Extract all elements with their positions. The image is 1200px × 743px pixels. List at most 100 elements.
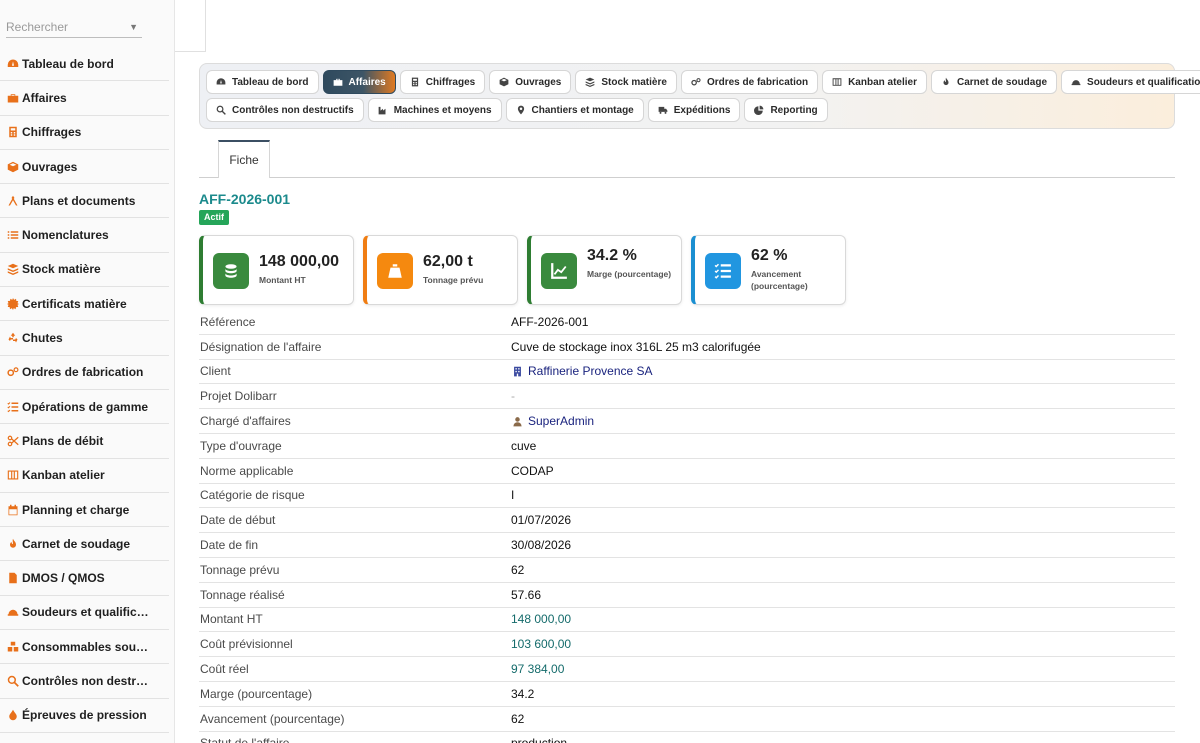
sidebar-item[interactable]: Soudeurs et qualific… (0, 596, 169, 631)
detail-value-text: 97 384,00 (511, 662, 565, 677)
detail-value-text: 148 000,00 (511, 612, 572, 627)
module-chip[interactable]: Contrôles non destructifs (206, 98, 364, 122)
module-chip[interactable]: Expéditions (647, 98, 741, 122)
tab-fiche[interactable]: Fiche (218, 140, 270, 178)
detail-value: 57.66 (511, 588, 541, 602)
detail-value-text: 62 (511, 711, 525, 726)
detail-label: Marge (pourcentage) (200, 686, 313, 701)
module-chip-label: Ouvrages (515, 76, 562, 88)
detail-value: Cuve de stockage inox 316L 25 m3 calorif… (511, 340, 761, 354)
detail-value-text: 34.2 (511, 686, 535, 701)
detail-value[interactable]: SuperAdmin (511, 414, 594, 428)
kpi-label: Montant HT (259, 275, 306, 285)
document-icon (6, 571, 20, 585)
module-chip[interactable]: Carnet de soudage (931, 70, 1058, 94)
detail-row: Marge (pourcentage) 34.2 (199, 682, 1175, 707)
sidebar-item[interactable]: Épreuves de pression (0, 699, 169, 733)
detail-row: Tonnage prévu 62 (199, 558, 1175, 583)
sidebar-item[interactable]: DMOS / QMOS (0, 561, 169, 596)
calculator-icon (6, 125, 20, 139)
detail-label: Catégorie de risque (200, 488, 305, 503)
sidebar-item[interactable]: Tableau de bord (0, 47, 169, 82)
sidebar-item[interactable]: Carnet de soudage (0, 527, 169, 562)
truck-icon (657, 104, 669, 116)
sidebar-item-label: Consommables sou… (22, 639, 149, 654)
module-chip-label: Carnet de soudage (957, 76, 1048, 88)
kpi-card: 34.2 % Marge (pourcentage) (527, 235, 682, 305)
detail-label: Coût réel (200, 662, 249, 677)
detail-row: Avancement (pourcentage) 62 (199, 707, 1175, 732)
sidebar-item[interactable]: Opérations de gamme (0, 390, 169, 425)
module-chip[interactable]: Ordres de fabrication (680, 70, 819, 94)
module-chip-label: Kanban atelier (848, 76, 917, 88)
detail-value-text: CODAP (511, 463, 554, 478)
search-select[interactable]: Rechercher ▼ (6, 16, 142, 38)
sidebar-item-label: Tableau de bord (22, 56, 114, 71)
caret-down-icon[interactable]: ▼ (129, 16, 138, 38)
module-chip[interactable]: Kanban atelier (822, 70, 927, 94)
layers-icon (584, 76, 596, 88)
status-badge: Actif (199, 210, 229, 225)
sidebar-item[interactable]: Affaires (0, 81, 169, 116)
sidebar-item[interactable]: Certificats matière (0, 287, 169, 322)
sidebar-item-label: Kanban atelier (22, 468, 105, 483)
sidebar-item-label: Épreuves de pression (22, 708, 147, 723)
module-chip[interactable]: Stock matière (575, 70, 677, 94)
sidebar-item-label: Stock matière (22, 262, 101, 277)
sidebar-item[interactable]: Plans de débit (0, 424, 169, 459)
module-row-2: Contrôles non destructifs Machines et moy… (206, 98, 1174, 122)
sidebar-item-label: Planning et charge (22, 502, 130, 517)
module-chip[interactable]: Tableau de bord (206, 70, 319, 94)
sidebar-item[interactable]: Contrôles non destr… (0, 664, 169, 699)
kanban-icon (6, 468, 20, 482)
detail-value-text: 01/07/2026 (511, 513, 572, 528)
module-chip-label: Affaires (348, 76, 386, 88)
detail-value-text: 62 (511, 562, 525, 577)
sidebar-item[interactable]: Ordres de fabrication (0, 356, 169, 390)
sidebar-item[interactable]: Nomenclatures (0, 218, 169, 253)
sidebar-item[interactable]: Stock matière (0, 253, 169, 288)
layers-icon (6, 262, 20, 276)
hardhat-icon (6, 605, 20, 619)
module-chip[interactable]: Machines et moyens (367, 98, 502, 122)
sidebar-item-label: Nomenclatures (22, 228, 109, 243)
detail-label: Chargé d'affaires (200, 414, 291, 429)
sidebar-item[interactable]: Kanban atelier (0, 459, 169, 493)
kpi-value: 34.2 % (587, 247, 637, 264)
detail-value[interactable]: Raffinerie Provence SA (511, 364, 653, 378)
module-chip[interactable]: Chantiers et montage (505, 98, 644, 122)
sidebar-item-label: Soudeurs et qualific… (22, 605, 149, 620)
pie-chart-icon (753, 104, 765, 116)
module-chip[interactable]: Reporting (744, 98, 828, 122)
kpi-card: 62 % Avancement (pourcentage) (691, 235, 846, 305)
drop-icon (6, 708, 20, 722)
detail-row: Chargé d'affaires SuperAdmin (199, 409, 1175, 434)
sidebar-item-label: Affaires (22, 90, 67, 105)
building-icon (511, 365, 523, 377)
module-chip[interactable]: Chiffrages (399, 70, 486, 94)
sidebar-item-label: Chutes (22, 331, 63, 346)
sidebar-item[interactable]: Chiffrages (0, 116, 169, 150)
detail-value-text: SuperAdmin (528, 414, 595, 429)
sidebar-item[interactable]: Ouvrages (0, 150, 169, 185)
sidebar-item[interactable]: Chutes (0, 321, 169, 356)
detail-value-text: I (511, 488, 515, 503)
coins-icon (213, 253, 249, 289)
sidebar-item-label: Chiffrages (22, 125, 82, 140)
certificate-icon (6, 297, 20, 311)
detail-label: Date de début (200, 513, 276, 528)
module-chip[interactable]: Ouvrages (489, 70, 572, 94)
detail-value-text: 103 600,00 (511, 637, 572, 652)
tachometer-icon (215, 76, 227, 88)
sidebar-item-label: DMOS / QMOS (22, 571, 105, 586)
module-chip[interactable]: Soudeurs et qualifications (1061, 70, 1200, 94)
sidebar-item[interactable]: Plans et documents (0, 184, 169, 219)
module-chip[interactable]: Affaires (322, 70, 396, 94)
record-title: AFF-2026-001 (199, 191, 291, 207)
sidebar-item[interactable]: Consommables sou… (0, 630, 169, 665)
detail-row: Tonnage réalisé 57.66 (199, 583, 1175, 608)
calculator-icon (409, 76, 421, 88)
detail-row: Catégorie de risque I (199, 484, 1175, 509)
sidebar-item[interactable]: Planning et charge (0, 493, 169, 528)
kpi-card: 62,00 t Tonnage prévu (363, 235, 518, 305)
